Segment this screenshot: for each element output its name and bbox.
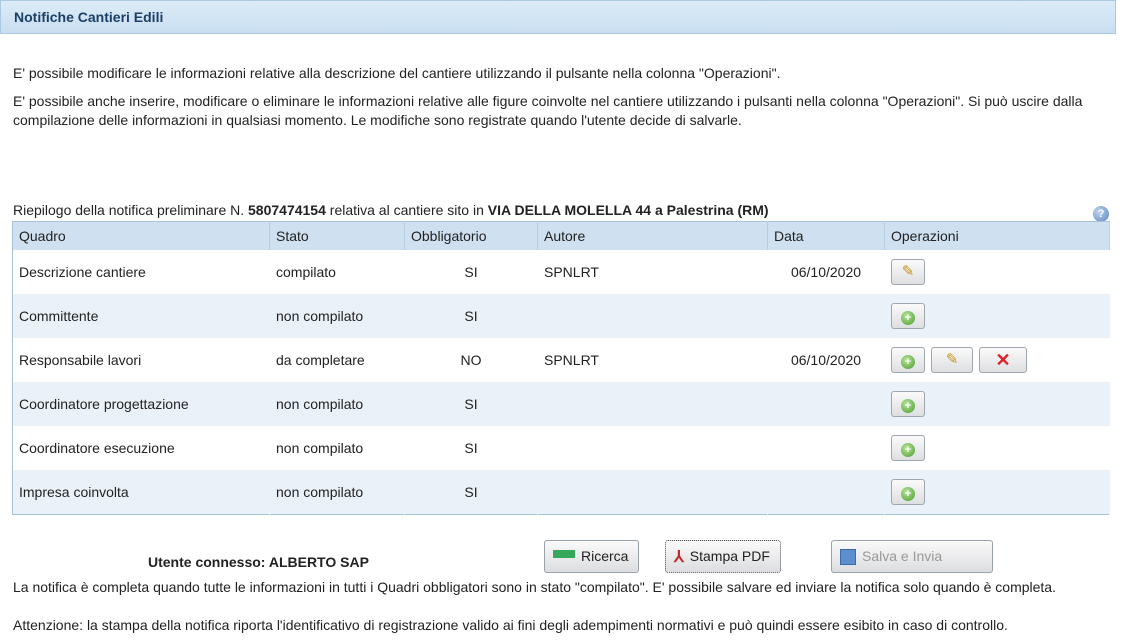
table-header-row: Quadro Stato Obbligatorio Autore Data Op… xyxy=(12,221,1110,250)
header-data: Data xyxy=(767,221,885,250)
cell-obbligatorio: SI xyxy=(464,440,478,456)
cell-autore xyxy=(538,426,768,470)
cell-autore xyxy=(537,294,768,338)
cell-obbligatorio: SI xyxy=(404,470,538,515)
cell-stato: compilato xyxy=(276,264,336,280)
cell-quadro: Committente xyxy=(12,294,270,338)
summary-prefix: Riepilogo della notifica preliminare N. xyxy=(13,202,249,218)
cell-data xyxy=(768,426,885,470)
header-quadro: Quadro xyxy=(12,221,270,250)
cell-operazioni: + ✎ ✕ xyxy=(885,338,1110,382)
table-row: Coordinatore esecuzione non compilato SI… xyxy=(13,426,1110,470)
pdf-icon: ⅄ xyxy=(674,548,684,566)
notification-summary: Riepilogo della notifica preliminare N. … xyxy=(13,202,769,218)
add-button[interactable]: + xyxy=(891,391,925,417)
header-obbligatorio: Obbligatorio xyxy=(404,221,538,250)
cell-quadro: Impresa coinvolta xyxy=(12,470,270,515)
header-autore: Autore xyxy=(537,221,768,250)
add-button[interactable]: + xyxy=(891,347,925,373)
cell-autore: SPNLRT xyxy=(544,352,599,368)
cell-stato: non compilato xyxy=(269,382,405,426)
cell-stato: non compilato xyxy=(269,294,405,338)
cell-autore xyxy=(537,382,768,426)
add-icon: + xyxy=(901,399,915,413)
connected-user: Utente connesso: ALBERTO SAP xyxy=(148,554,369,570)
add-icon: + xyxy=(901,355,915,369)
add-icon: + xyxy=(901,311,915,325)
cell-operazioni: + xyxy=(884,470,1110,515)
notification-number: 5807474154 xyxy=(248,202,326,218)
cell-autore xyxy=(537,470,768,515)
add-icon: + xyxy=(901,487,915,501)
cell-operazioni: + xyxy=(885,426,1110,470)
cell-operazioni: + xyxy=(884,382,1110,426)
pencil-icon: ✎ xyxy=(945,351,959,368)
add-button[interactable]: + xyxy=(891,435,925,461)
cell-obbligatorio: NO xyxy=(460,352,482,368)
header-stato: Stato xyxy=(269,221,405,250)
info-paragraph-2: E' possibile anche inserire, modificare … xyxy=(13,93,1083,128)
cell-obbligatorio: SI xyxy=(404,294,538,338)
cell-data xyxy=(767,470,885,515)
quadri-table: Quadro Stato Obbligatorio Autore Data Op… xyxy=(12,221,1110,515)
title-bar: Notifiche Cantieri Edili xyxy=(0,0,1116,34)
ricerca-button[interactable]: Ricerca xyxy=(544,540,640,573)
page-title: Notifiche Cantieri Edili xyxy=(14,9,164,25)
cell-quadro: Coordinatore esecuzione xyxy=(19,440,175,456)
edit-button[interactable]: ✎ xyxy=(931,347,973,373)
delete-button[interactable]: ✕ xyxy=(979,347,1027,373)
ricerca-label: Ricerca xyxy=(581,548,629,564)
cell-operazioni: ✎ xyxy=(885,250,1110,294)
cell-data: 06/10/2020 xyxy=(790,264,862,280)
cell-quadro: Coordinatore progettazione xyxy=(12,382,270,426)
cell-quadro: Responsabile lavori xyxy=(19,352,142,368)
table-row: Coordinatore progettazione non compilato… xyxy=(12,382,1110,426)
help-icon[interactable]: ? xyxy=(1093,206,1109,222)
stampa-pdf-button[interactable]: ⅄ Stampa PDF xyxy=(665,540,781,573)
cell-stato: non compilato xyxy=(269,470,405,515)
table-row: Descrizione cantiere compilato SI SPNLRT… xyxy=(13,250,1110,294)
salva-invia-label: Salva e Invia xyxy=(862,548,943,564)
print-warning: Attenzione: la stampa della notifica rip… xyxy=(13,617,1008,633)
back-arrow-icon xyxy=(553,550,575,559)
completion-note: La notifica è completa quando tutte le i… xyxy=(13,579,1056,595)
info-paragraph-1: E' possibile modificare le informazioni … xyxy=(13,65,781,81)
add-icon: + xyxy=(901,443,915,457)
cell-stato: da completare xyxy=(276,352,365,368)
summary-middle: relativa al cantiere sito in xyxy=(325,202,488,218)
add-button[interactable]: + xyxy=(891,303,925,329)
cell-obbligatorio: SI xyxy=(404,382,538,426)
cell-data xyxy=(767,294,885,338)
table-row: Impresa coinvolta non compilato SI + xyxy=(12,470,1110,515)
cell-operazioni: + xyxy=(884,294,1110,338)
add-button[interactable]: + xyxy=(891,479,925,505)
site-location: VIA DELLA MOLELLA 44 a Palestrina (RM) xyxy=(487,202,769,218)
salva-invia-button[interactable]: Salva e Invia xyxy=(831,540,993,573)
cell-obbligatorio: SI xyxy=(464,264,478,280)
cell-stato: non compilato xyxy=(276,440,364,456)
cell-quadro: Descrizione cantiere xyxy=(19,264,146,280)
table-row: Committente non compilato SI + xyxy=(12,294,1110,338)
stampa-pdf-label: Stampa PDF xyxy=(689,548,770,564)
table-row: Responsabile lavori da completare NO SPN… xyxy=(13,338,1110,382)
cell-data: 06/10/2020 xyxy=(790,352,862,368)
delete-icon: ✕ xyxy=(995,350,1011,370)
cell-data xyxy=(767,382,885,426)
pencil-icon: ✎ xyxy=(901,263,915,280)
header-operazioni: Operazioni xyxy=(884,221,1110,250)
edit-button[interactable]: ✎ xyxy=(891,259,925,285)
save-icon xyxy=(840,549,856,566)
cell-autore: SPNLRT xyxy=(544,264,599,280)
